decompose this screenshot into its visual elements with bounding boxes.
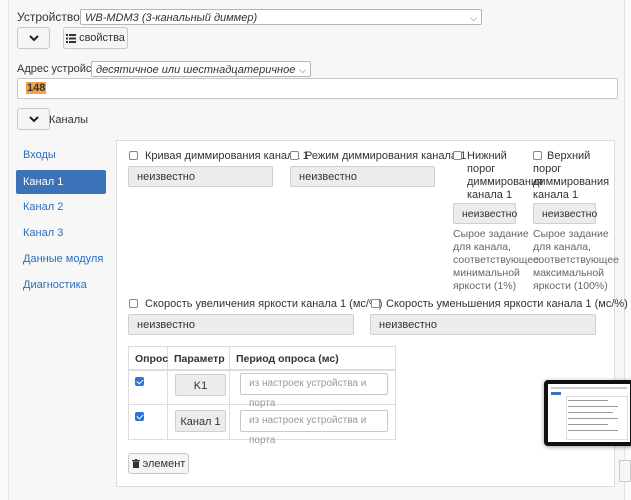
lower-threshold-checkbox[interactable] xyxy=(453,151,462,160)
period-input-row-1[interactable]: из настроек устройства и порта xyxy=(240,373,388,409)
nav-item-diagnostics[interactable]: Диагностика xyxy=(16,273,106,297)
chevron-down-icon: ⌵ xyxy=(470,13,477,23)
address-value: 148 xyxy=(26,82,47,94)
add-element-button[interactable]: элемент xyxy=(128,453,189,474)
speed-down-value: неизвестно xyxy=(370,314,596,335)
address-mode-select[interactable]: десятичное или шестнадцатеричное значени… xyxy=(91,61,311,92)
period-input-row-2[interactable]: из настроек устройства и порта xyxy=(240,410,388,446)
poll-header-param: Параметр xyxy=(174,353,225,365)
nav-item-module-data[interactable]: Данные модуля xyxy=(16,247,106,271)
curve-label: Кривая диммирования канала 1 xyxy=(145,150,309,162)
poll-header-poll: Опрос xyxy=(135,353,169,365)
param-row-2: Канал 1 xyxy=(175,410,226,432)
nav-item-channel-2[interactable]: Канал 2 xyxy=(16,195,106,219)
poll-checkbox-row-1[interactable] xyxy=(135,377,144,386)
speed-up-label: Скорость увеличения яркости канала 1 (мс… xyxy=(145,298,383,310)
nav-item-inputs[interactable]: Входы xyxy=(16,143,106,167)
speed-up-value: неизвестно xyxy=(128,314,354,335)
speed-up-checkbox[interactable] xyxy=(129,299,138,308)
lower-threshold-value: неизвестно xyxy=(453,203,517,224)
chevron-down-icon: ⌵ xyxy=(299,65,306,75)
nav-item-channel-3[interactable]: Канал 3 xyxy=(16,221,106,245)
collapse-channels-button[interactable] xyxy=(17,108,50,130)
upper-threshold-help: Сырое задание для канала, соответствующе… xyxy=(533,228,619,292)
curve-value: неизвестно xyxy=(128,166,273,187)
upper-threshold-value: неизвестно xyxy=(533,203,597,224)
poll-header-period: Период опроса (мс) xyxy=(236,353,339,365)
address-input[interactable]: 148 xyxy=(17,78,618,99)
collapse-device-button[interactable] xyxy=(17,27,50,49)
device-type-select[interactable]: WB-MDM3 (3-канальный диммер) ⌵ xyxy=(80,9,482,25)
speed-down-checkbox[interactable] xyxy=(371,299,380,308)
device-type-value: WB-MDM3 (3-канальный диммер) xyxy=(85,12,258,24)
chevron-down-icon xyxy=(28,34,39,41)
param-row-1: K1 xyxy=(175,374,226,396)
poll-checkbox-row-2[interactable] xyxy=(135,412,144,421)
curve-checkbox[interactable] xyxy=(129,151,138,160)
list-icon xyxy=(66,33,77,43)
scroll-handle[interactable] xyxy=(619,460,631,482)
properties-button-label: свойства xyxy=(79,32,125,44)
mode-value: неизвестно xyxy=(290,166,435,187)
column-divider xyxy=(229,347,230,439)
speed-down-label: Скорость уменьшения яркости канала 1 (мс… xyxy=(386,298,628,310)
properties-button[interactable]: свойства xyxy=(63,27,128,49)
mode-label: Режим диммирования канала 1 xyxy=(305,150,467,162)
mode-checkbox[interactable] xyxy=(290,151,299,160)
add-element-label: элемент xyxy=(142,457,186,470)
screen-preview-thumbnail[interactable] xyxy=(544,380,631,446)
lower-threshold-help: Сырое задание для канала, соответствующе… xyxy=(453,228,539,292)
chevron-down-icon xyxy=(28,115,39,122)
nav-item-channel-1[interactable]: Канал 1 xyxy=(16,170,106,194)
channels-label: Каналы xyxy=(49,114,89,126)
trash-icon xyxy=(131,459,140,468)
preview-screen xyxy=(548,384,630,442)
